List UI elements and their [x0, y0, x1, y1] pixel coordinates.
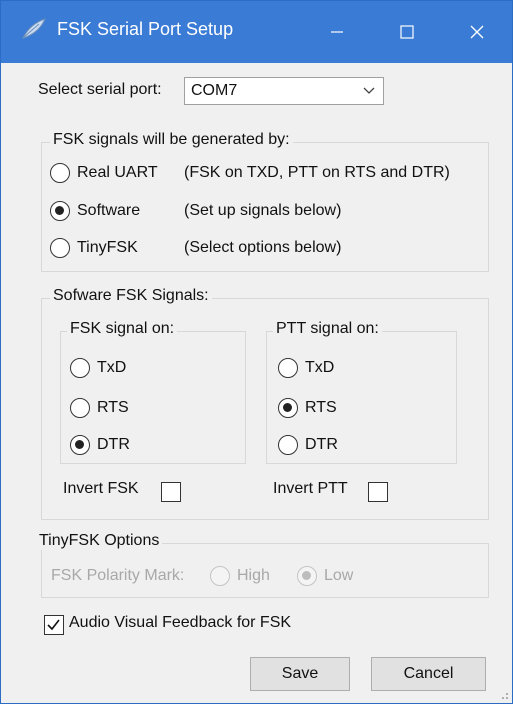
polarity-high-label: High — [237, 567, 270, 584]
polarity-high-radio[interactable] — [210, 566, 230, 586]
ptt-dtr-label: DTR — [305, 436, 338, 453]
invert-fsk-label: Invert FSK — [63, 480, 139, 497]
ptt-txd-label: TxD — [305, 359, 335, 376]
real-uart-label: Real UART — [77, 164, 158, 181]
minimize-icon — [331, 31, 343, 33]
feather-app-icon — [22, 18, 46, 39]
tinyfsk-note: (Select options below) — [184, 239, 342, 256]
close-icon — [470, 25, 484, 39]
close-button[interactable] — [442, 1, 512, 63]
tinyfsk-radio[interactable] — [50, 238, 70, 258]
fsk-dtr-label: DTR — [97, 436, 130, 453]
fsk-rts-label: RTS — [97, 399, 129, 416]
maximize-icon — [400, 25, 414, 39]
tinyfsk-label: TinyFSK — [77, 239, 138, 256]
ptt-dtr-radio[interactable] — [278, 435, 298, 455]
save-button[interactable]: Save — [250, 657, 350, 691]
tinyfsk-options-legend: TinyFSK Options — [36, 532, 163, 550]
polarity-low-label: Low — [324, 567, 354, 584]
serial-port-select[interactable]: COM7 — [184, 77, 384, 105]
fsk-txd-radio[interactable] — [70, 358, 90, 378]
polarity-label: FSK Polarity Mark: — [51, 567, 185, 584]
software-label: Software — [77, 202, 141, 219]
ptt-txd-radio[interactable] — [278, 358, 298, 378]
dialog-window: FSK Serial Port Setup Select serial port… — [0, 0, 513, 704]
ptt-rts-label: RTS — [305, 399, 337, 416]
cancel-button[interactable]: Cancel — [371, 657, 486, 691]
feedback-label: Audio Visual Feedback for FSK — [69, 614, 292, 631]
real-uart-radio[interactable] — [50, 163, 70, 183]
software-note: (Set up signals below) — [184, 202, 342, 219]
feedback-checkbox[interactable] — [44, 615, 64, 635]
serial-port-label: Select serial port: — [38, 81, 162, 98]
ptt-rts-radio[interactable] — [278, 398, 298, 418]
resize-grip-icon[interactable] — [499, 690, 509, 700]
real-uart-note: (FSK on TXD, PTT on RTS and DTR) — [184, 164, 450, 181]
window-title: FSK Serial Port Setup — [57, 19, 234, 39]
fsk-txd-label: TxD — [97, 359, 127, 376]
polarity-low-radio[interactable] — [297, 566, 317, 586]
fsk-rts-radio[interactable] — [70, 398, 90, 418]
invert-ptt-label: Invert PTT — [273, 480, 348, 497]
chevron-down-icon — [363, 87, 375, 94]
invert-ptt-checkbox[interactable] — [368, 482, 388, 502]
software-radio[interactable] — [50, 201, 70, 221]
maximize-button[interactable] — [372, 1, 442, 63]
checkmark-icon — [47, 619, 60, 631]
fsk-signal-legend: FSK signal on: — [67, 320, 178, 338]
generation-group-legend: FSK signals will be generated by: — [50, 131, 293, 149]
serial-port-value: COM7 — [191, 82, 238, 99]
fsk-dtr-radio[interactable] — [70, 435, 90, 455]
ptt-signal-legend: PTT signal on: — [273, 320, 382, 338]
minimize-button[interactable] — [302, 1, 372, 63]
title-bar[interactable]: FSK Serial Port Setup — [1, 1, 512, 63]
software-signals-legend: Sofware FSK Signals: — [50, 287, 212, 305]
invert-fsk-checkbox[interactable] — [161, 482, 181, 502]
